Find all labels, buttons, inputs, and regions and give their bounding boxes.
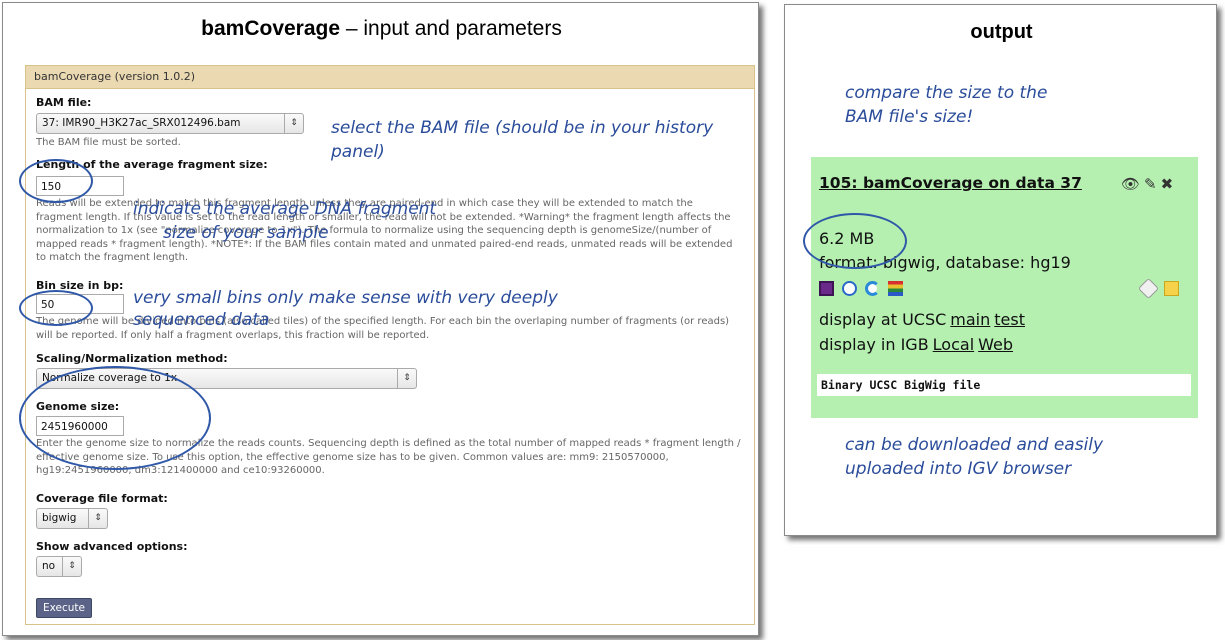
- genome-highlight-ring: [19, 366, 211, 470]
- download-annotation-line2: uploaded into IGV browser: [845, 459, 1072, 479]
- panel-title: output: [970, 21, 1033, 43]
- display-igb: display in IGB Local Web: [819, 335, 1014, 354]
- fragment-annotation-line2: size of your sample: [163, 223, 329, 243]
- igb-web-link[interactable]: Web: [978, 335, 1013, 354]
- download-annotation-line1: can be downloaded and easily: [845, 435, 1104, 455]
- fragment-highlight-ring: [19, 159, 93, 203]
- eye-icon[interactable]: 👁: [1121, 175, 1144, 193]
- ucsc-main-link[interactable]: main: [950, 310, 990, 329]
- ucsc-test-link[interactable]: test: [994, 310, 1025, 329]
- igb-local-link[interactable]: Local: [933, 335, 974, 354]
- advanced-options-select[interactable]: no ⇕: [36, 556, 82, 577]
- panel-title: bamCoverage – input and parameters: [201, 17, 562, 40]
- chevron-updown-icon: ⇕: [88, 509, 107, 528]
- pencil-icon[interactable]: ✎: [1144, 175, 1161, 193]
- dataset-tag-icons: [1137, 277, 1182, 300]
- display-ucsc: display at UCSC main test: [819, 310, 1025, 329]
- tag-icon[interactable]: [1137, 277, 1160, 300]
- bam-file-select[interactable]: 37: IMR90_H3K27ac_SRX012496.bam ⇕: [36, 113, 304, 134]
- history-dataset: 105: bamCoverage on data 37 👁✎✖ 6.2 MB f…: [811, 157, 1198, 418]
- coverage-format-select[interactable]: bigwig ⇕: [36, 508, 108, 529]
- dataset-actions: [819, 278, 906, 297]
- bin-annotation-line2: sequenced data: [133, 310, 270, 330]
- chevron-updown-icon: ⇕: [62, 557, 81, 576]
- size-annotation-line2: BAM file's size!: [845, 107, 974, 127]
- form-header: bamCoverage (version 1.0.2): [26, 66, 754, 89]
- bam-file-value: 37: IMR90_H3K27ac_SRX012496.bam: [42, 117, 241, 129]
- bam-file-label: BAM file:: [36, 96, 92, 109]
- coverage-format-value: bigwig: [42, 512, 77, 524]
- advanced-options-label: Show advanced options:: [36, 540, 188, 553]
- bin-annotation-line1: very small bins only make sense with ver…: [133, 288, 558, 308]
- save-icon[interactable]: [819, 281, 834, 296]
- dataset-icons: 👁✎✖: [1121, 175, 1177, 193]
- info-icon[interactable]: [842, 281, 858, 296]
- dataset-title[interactable]: 105: bamCoverage on data 37: [819, 173, 1109, 194]
- scaling-method-label: Scaling/Normalization method:: [36, 352, 228, 365]
- size-highlight-ring: [803, 213, 907, 269]
- coverage-format-label: Coverage file format:: [36, 492, 168, 505]
- bin-highlight-ring: [19, 290, 93, 326]
- delete-icon[interactable]: ✖: [1161, 175, 1178, 193]
- execute-button[interactable]: Execute: [36, 598, 92, 618]
- chevron-updown-icon: ⇕: [397, 369, 416, 388]
- chevron-updown-icon: ⇕: [284, 114, 303, 133]
- dataset-peek: Binary UCSC BigWig file: [817, 374, 1191, 396]
- visualize-icon[interactable]: [888, 281, 904, 296]
- annotation-icon[interactable]: [1164, 281, 1180, 296]
- output-panel: output compare the size to the BAM file'…: [784, 4, 1217, 536]
- advanced-options-value: no: [42, 560, 56, 572]
- input-panel: bamCoverage – input and parameters bamCo…: [2, 2, 759, 636]
- rerun-icon[interactable]: [865, 281, 881, 296]
- size-annotation-line1: compare the size to the: [845, 83, 1048, 103]
- fragment-annotation-line1: indicate the average DNA fragment: [133, 199, 437, 219]
- bam-file-annotation: select the BAM file (should be in your h…: [331, 118, 714, 162]
